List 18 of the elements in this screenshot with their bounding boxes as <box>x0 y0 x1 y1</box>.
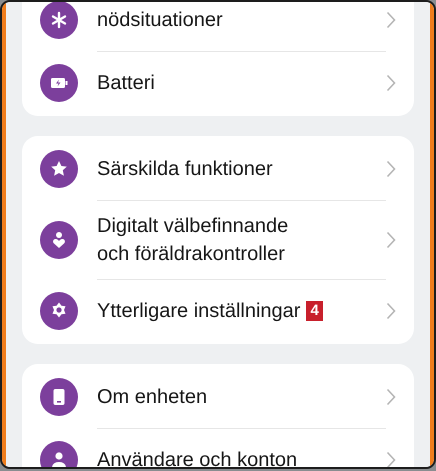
setting-label[interactable]: Ytterligare inställningar <box>97 297 300 325</box>
setting-label[interactable]: Användare och konton <box>97 446 298 467</box>
chevron-icon <box>386 302 396 320</box>
chevron-icon <box>386 74 396 92</box>
chevron-icon <box>386 388 396 406</box>
chevron-icon <box>386 451 396 467</box>
tablet-icon <box>40 378 78 416</box>
setting-label[interactable]: nödsituationer <box>97 6 223 34</box>
setting-label[interactable]: Särskilda funktioner <box>97 155 273 183</box>
chevron-icon <box>386 160 396 178</box>
chevron-icon <box>386 11 396 29</box>
callout-badge: 4 <box>306 301 323 321</box>
settings-icon <box>40 292 78 330</box>
chevron-icon <box>386 231 396 249</box>
setting-label[interactable]: Digitalt välbefinnande och föräldrakontroller <box>97 212 288 268</box>
setting-label[interactable]: Batteri <box>97 69 155 97</box>
setting-label[interactable]: Om enheten <box>97 383 208 411</box>
battery-icon <box>40 64 78 102</box>
